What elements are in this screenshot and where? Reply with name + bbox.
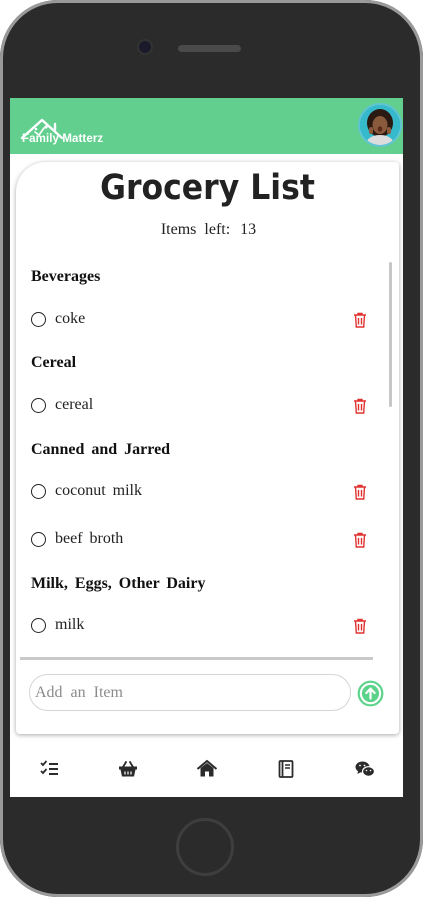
page-title: Grocery List	[100, 168, 315, 208]
item-checkbox[interactable]	[31, 618, 46, 633]
category-heading: Canned and Jarred	[31, 441, 171, 458]
front-camera	[139, 41, 151, 53]
grocery-list[interactable]: Beverages coke Cereal cereal Canned and …	[16, 258, 399, 656]
trash-icon[interactable]	[353, 618, 367, 634]
bottom-navigation	[10, 750, 403, 790]
add-item-input[interactable]	[29, 674, 351, 711]
list-item: coconut milk	[31, 480, 376, 504]
list-item: cereal	[31, 394, 376, 418]
category-heading: Milk, Eggs, Other Dairy	[31, 575, 206, 592]
notebook-icon[interactable]	[275, 759, 297, 779]
home-hardware-button[interactable]	[176, 818, 234, 876]
home-icon[interactable]	[196, 759, 218, 779]
list-item: coke	[31, 308, 376, 332]
grocery-list-card: Grocery List Items left: 13 Beverages co…	[16, 162, 399, 734]
item-checkbox[interactable]	[31, 312, 46, 327]
trash-icon[interactable]	[353, 532, 367, 548]
item-label: coke	[55, 310, 86, 327]
category-heading: Cereal	[31, 354, 77, 371]
arrow-up-circle-icon[interactable]	[357, 680, 384, 707]
phone-frame: Family Matterz Grocery List Items left: …	[0, 0, 423, 897]
item-label: beef broth	[55, 530, 124, 547]
item-label: milk	[55, 616, 85, 633]
app-screen: Family Matterz Grocery List Items left: …	[10, 98, 403, 797]
divider	[20, 657, 373, 660]
checklist-icon[interactable]	[39, 759, 61, 779]
item-checkbox[interactable]	[31, 532, 46, 547]
trash-icon[interactable]	[353, 484, 367, 500]
trash-icon[interactable]	[353, 312, 367, 328]
items-left-counter: Items left: 13	[16, 221, 399, 239]
item-checkbox[interactable]	[31, 398, 46, 413]
items-left-count: 13	[240, 221, 257, 238]
items-left-label: Items left:	[160, 221, 231, 238]
speaker-grille	[178, 45, 241, 52]
user-avatar[interactable]	[358, 103, 402, 147]
item-label: coconut milk	[55, 482, 142, 499]
list-scrollbar[interactable]	[389, 262, 392, 407]
item-checkbox[interactable]	[31, 484, 46, 499]
list-item: beef broth	[31, 528, 376, 552]
trash-icon[interactable]	[353, 398, 367, 414]
brand-name: Family Matterz	[22, 133, 104, 145]
item-label: cereal	[55, 396, 94, 413]
basket-icon[interactable]	[117, 759, 139, 779]
category-heading: Beverages	[31, 268, 101, 285]
app-header: Family Matterz	[10, 98, 403, 154]
wechat-icon[interactable]	[354, 759, 376, 779]
list-item: milk	[31, 614, 376, 638]
